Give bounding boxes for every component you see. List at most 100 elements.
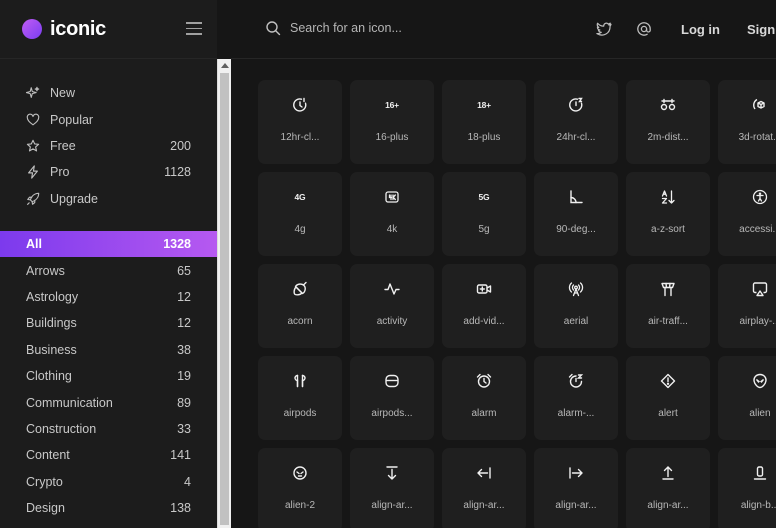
add-video-icon <box>476 284 492 294</box>
icon-tile[interactable]: 5G 5g <box>442 172 526 256</box>
icon-tile[interactable]: airpods... <box>350 356 434 440</box>
scroll-up-arrow-icon[interactable] <box>221 63 229 68</box>
category-item-construction[interactable]: Construction 33 <box>0 416 217 442</box>
sidebar-item-new[interactable]: New <box>0 80 217 106</box>
category-count: 1328 <box>163 237 191 252</box>
icon-tile[interactable]: 24hr-cl... <box>534 80 618 164</box>
sidebar-item-pro[interactable]: Pro 1128 <box>0 159 217 185</box>
category-item-business[interactable]: Business 38 <box>0 337 217 363</box>
icon-tile[interactable]: a-z-sort <box>626 172 710 256</box>
icon-tile[interactable]: air-traff... <box>626 264 710 348</box>
icon-tile[interactable]: activity <box>350 264 434 348</box>
icon-name: airplay-... <box>739 316 776 327</box>
icon-tile[interactable]: 12hr-cl... <box>258 80 342 164</box>
airplay-icon <box>752 282 768 297</box>
category-item-communication[interactable]: Communication 89 <box>0 389 217 415</box>
icon-name: alien-2 <box>284 500 316 511</box>
sidebar-item-popular[interactable]: Popular <box>0 106 217 132</box>
category-item-all[interactable]: All 1328 <box>0 231 217 258</box>
icon-tile[interactable]: 2m-dist... <box>626 80 710 164</box>
icon-name: 5g <box>478 224 490 235</box>
icon-tile[interactable]: aerial <box>534 264 618 348</box>
search-icon <box>266 21 281 36</box>
category-item-design[interactable]: Design 138 <box>0 495 217 521</box>
clock-12hr-icon <box>293 97 307 112</box>
category-item-content[interactable]: Content 141 <box>0 442 217 468</box>
sidebar-item-free[interactable]: Free 200 <box>0 133 217 159</box>
category-label: Design <box>26 501 65 516</box>
category-item-crypto[interactable]: Crypto 4 <box>0 469 217 495</box>
icon-name: a-z-sort <box>651 224 685 235</box>
align-arrow-right-icon <box>569 467 583 479</box>
category-item-buildings[interactable]: Buildings 12 <box>0 310 217 336</box>
at-sign-icon[interactable] <box>636 21 652 37</box>
align-bottom-icon <box>753 466 767 480</box>
icon-tile[interactable]: 90-deg... <box>534 172 618 256</box>
alarm-snooze-icon <box>568 373 584 388</box>
category-label: Clothing <box>26 369 72 384</box>
alarm-icon <box>476 373 492 388</box>
category-count: 19 <box>177 369 191 384</box>
top-bar: Log in Sign up <box>231 0 776 59</box>
icon-tile[interactable]: align-ar... <box>626 448 710 528</box>
category-count: 38 <box>177 342 191 357</box>
sidebar-item-label: Upgrade <box>50 191 98 206</box>
category-item-arrows[interactable]: Arrows 65 <box>0 257 217 283</box>
accessibility-icon <box>752 189 768 205</box>
sidebar-item-upgrade[interactable]: Upgrade <box>0 186 217 212</box>
icon-tile[interactable]: align-ar... <box>442 448 526 528</box>
alien-icon <box>753 373 767 389</box>
icon-tile[interactable]: alarm <box>442 356 526 440</box>
icon-name: alarm-... <box>557 408 595 419</box>
icon-tile[interactable]: alarm-... <box>534 356 618 440</box>
icon-name: align-b... <box>740 500 776 511</box>
icon-tile[interactable]: airpods <box>258 356 342 440</box>
sidebar-scrollbar[interactable] <box>217 59 231 528</box>
icon-tile[interactable]: align-ar... <box>534 448 618 528</box>
sidebar-divider <box>0 58 217 59</box>
category-label: Crypto <box>26 474 63 489</box>
icon-tile[interactable]: alert <box>626 356 710 440</box>
logo[interactable]: iconic <box>22 16 106 42</box>
icon-tile[interactable]: align-b... <box>718 448 776 528</box>
icon-tile[interactable]: 3d-rotat... <box>718 80 776 164</box>
airpods-case-icon <box>385 374 399 388</box>
category-list: All 1328 Arrows 65 Astrology 12 Buildings 12… <box>0 231 217 521</box>
sidebar-item-label: Popular <box>50 112 94 127</box>
angle-icon <box>570 190 583 204</box>
hamburger-menu-icon[interactable] <box>186 22 202 36</box>
align-arrow-top-icon <box>662 466 674 480</box>
twitter-icon[interactable] <box>596 21 612 37</box>
icon-name: 24hr-cl... <box>556 132 596 143</box>
heart-icon <box>26 113 40 125</box>
login-link[interactable]: Log in <box>681 22 720 37</box>
icon-name: alarm <box>471 408 497 419</box>
icon-tile[interactable]: airplay-... <box>718 264 776 348</box>
scroll-thumb[interactable] <box>220 73 229 525</box>
icon-tile[interactable]: alien-2 <box>258 448 342 528</box>
icon-name: alien <box>749 408 771 419</box>
category-item-astrology[interactable]: Astrology 12 <box>0 284 217 310</box>
signup-link[interactable]: Sign up <box>747 22 776 37</box>
category-item-clothing[interactable]: Clothing 19 <box>0 363 217 389</box>
icon-tile[interactable]: 4k <box>350 172 434 256</box>
icon-name: 12hr-cl... <box>280 132 320 143</box>
category-count: 12 <box>177 316 191 331</box>
alert-icon <box>660 373 676 389</box>
search-input[interactable] <box>290 21 490 35</box>
icon-name: align-ar... <box>647 500 689 511</box>
icon-name: align-ar... <box>371 500 413 511</box>
icon-name: 90-deg... <box>556 224 596 235</box>
icon-tile[interactable]: add-vid... <box>442 264 526 348</box>
search-bar <box>265 20 490 36</box>
category-count: 138 <box>170 501 191 516</box>
clock-24hr-icon <box>569 97 583 112</box>
icon-tile[interactable]: 16+ 16-plus <box>350 80 434 164</box>
icon-tile[interactable]: 18+ 18-plus <box>442 80 526 164</box>
icon-name: add-vid... <box>463 316 505 327</box>
icon-tile[interactable]: accessi... <box>718 172 776 256</box>
icon-tile[interactable]: acorn <box>258 264 342 348</box>
icon-tile[interactable]: 4G 4g <box>258 172 342 256</box>
icon-tile[interactable]: align-ar... <box>350 448 434 528</box>
icon-tile[interactable]: alien <box>718 356 776 440</box>
